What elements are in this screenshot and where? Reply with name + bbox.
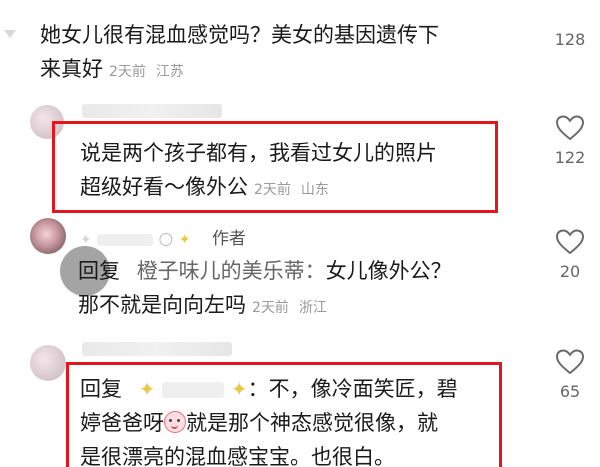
sparkle-icon: ✦ (178, 232, 191, 248)
comment-1-like[interactable]: 128 (540, 30, 600, 49)
comment-4-like-count: 65 (559, 382, 581, 401)
comment-1-meta: 2天前 江苏 (109, 64, 184, 80)
comment-1-line2: 来真好 2天前 江苏 (40, 57, 184, 81)
author-name-row: ✦ ○ ✦ 作者 (80, 229, 246, 249)
comment-thread: 她女儿很有混血感觉吗？美女的基因遗传下 来真好 2天前 江苏 128 说是两个孩子都… (0, 0, 600, 467)
comment-1-line1: 她女儿很有混血感觉吗？美女的基因遗传下 (40, 23, 439, 47)
comment-3-text: 回复 橙子味儿的美乐蒂：女儿像外公？ 那不就是向向左吗 2天前 浙江 (78, 254, 452, 325)
comment-2-line2: 超级好看～像外公 2天前 山东 (80, 175, 329, 199)
author-avatar[interactable] (30, 218, 66, 254)
sparkle-icon: ✦ (230, 377, 248, 401)
comment-3-like-count: 20 (559, 262, 581, 281)
comment-3-like[interactable]: 20 (540, 226, 600, 281)
comment-3-meta: 2天前 浙江 (252, 300, 327, 316)
avatar[interactable] (30, 345, 66, 381)
comment-4-line2: 婷爸爸呀 就是那个神态感觉很像，就 (80, 411, 438, 435)
author-tag: 作者 (211, 229, 246, 249)
reply-prefix: 回复 (78, 259, 120, 283)
comment-1-like-count: 128 (554, 30, 586, 49)
comment-3-location: 浙江 (298, 300, 327, 316)
reply-prefix: 回复 (80, 377, 122, 401)
reply-to-username-blurred[interactable] (162, 382, 225, 398)
comment-4-line3: 是很漂亮的混血感宝宝。也很白。 (80, 445, 395, 467)
comment-3-line2: 那不就是向向左吗 2天前 浙江 (78, 293, 327, 317)
heart-outline-icon[interactable] (554, 346, 586, 378)
comment-4-line1: 回复 ✦ ✦：不，像冷面笑匠，碧 (80, 377, 458, 401)
smiling-face-emoji-icon (164, 411, 186, 433)
comment-2-time: 2天前 (254, 182, 291, 198)
collapse-marker-icon (4, 30, 16, 38)
heart-outline-icon[interactable] (554, 112, 586, 144)
comment-4-text: 回复 ✦ ✦：不，像冷面笑匠，碧 婷爸爸呀 就是那个神态感觉很像，就 是很漂亮的混… (80, 372, 458, 467)
comment-2-location: 山东 (300, 182, 329, 198)
comment-1-location: 江苏 (155, 64, 184, 80)
heart-outline-icon[interactable] (554, 226, 586, 258)
username-blurred[interactable] (82, 104, 222, 118)
comment-2-meta: 2天前 山东 (254, 182, 329, 198)
author-name-blurred[interactable] (97, 234, 154, 246)
comment-2-text: 说是两个孩子都有，我看过女儿的照片 超级好看～像外公 2天前 山东 (80, 136, 437, 207)
comment-3-time: 2天前 (252, 300, 289, 316)
comment-2-like-count: 122 (554, 148, 586, 167)
comment-4-like[interactable]: 65 (540, 346, 600, 401)
comment-2-like[interactable]: 122 (540, 112, 600, 167)
comment-1-text: 她女儿很有混血感觉吗？美女的基因遗传下 来真好 2天前 江苏 (40, 18, 439, 89)
comment-1-time: 2天前 (109, 64, 146, 80)
reply-to-username[interactable]: 橙子味儿的美乐蒂： (137, 259, 326, 283)
comment-3-line1: 回复 橙子味儿的美乐蒂：女儿像外公？ (78, 259, 452, 283)
sparkle-icon: ✦ (138, 377, 156, 401)
username-blurred[interactable] (82, 342, 232, 356)
comment-2-line1: 说是两个孩子都有，我看过女儿的照片 (80, 141, 437, 165)
